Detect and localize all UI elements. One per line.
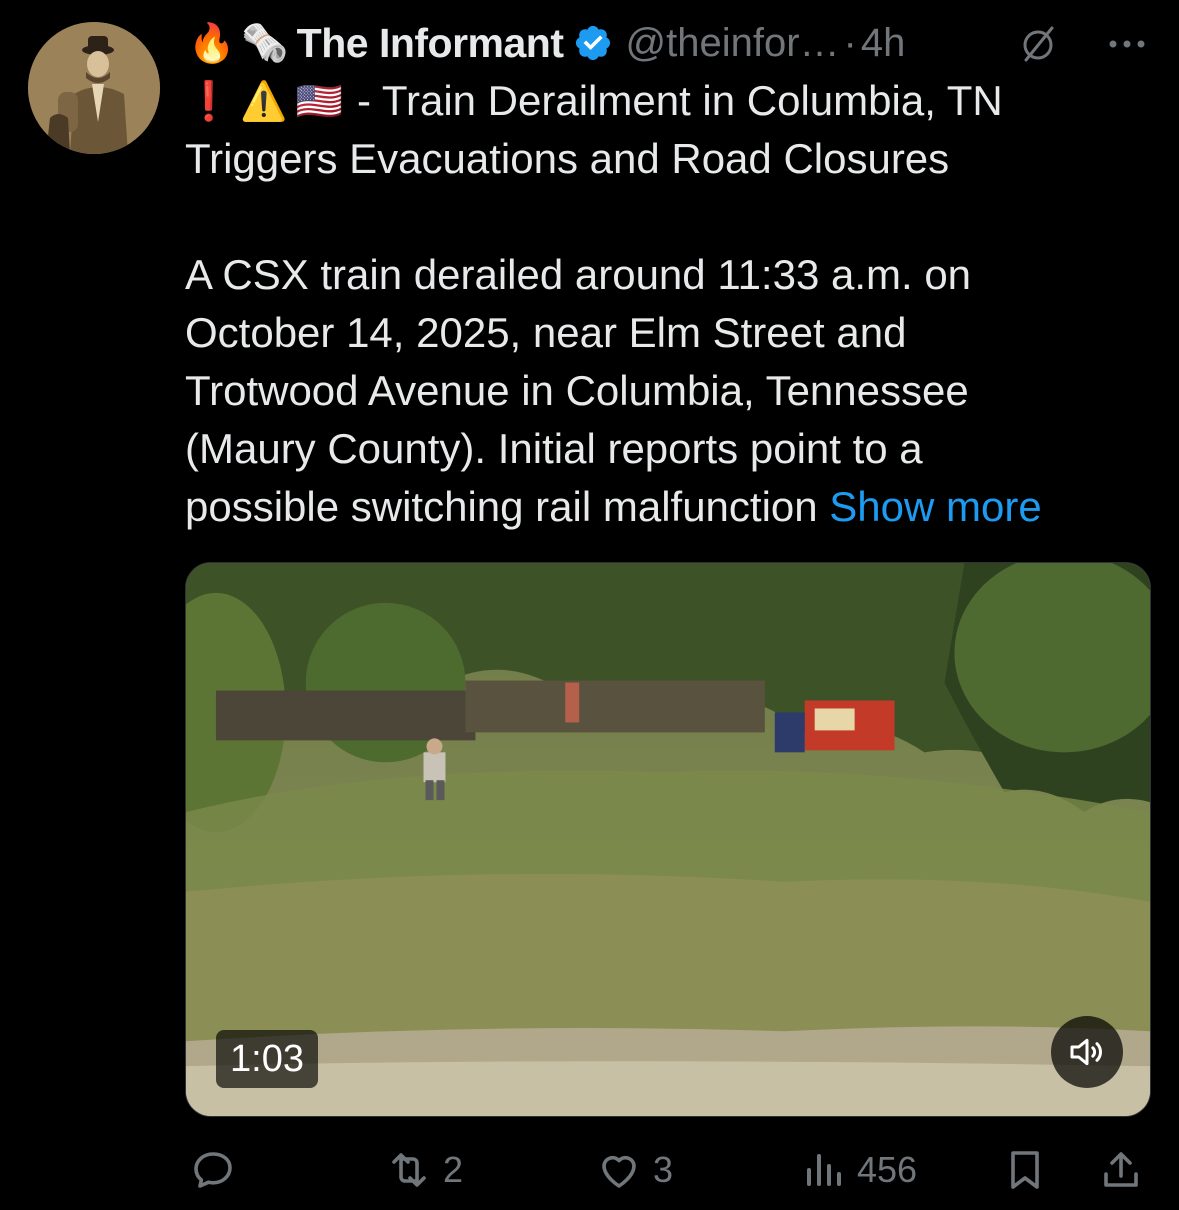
headline-line-1: ❗ ⚠️ 🇺🇸 - Train Derailment in Columbia, … (185, 72, 1145, 130)
author-handle[interactable]: @theinfor… (625, 21, 839, 66)
exclamation-emoji: ❗ (185, 79, 233, 123)
headline-text-1: - Train Derailment in Columbia, TN (356, 77, 1003, 124)
mute-button[interactable] (1051, 1016, 1123, 1088)
body-line-last: possible switching rail malfunction Show… (185, 478, 1145, 536)
views-button[interactable]: 456 (799, 1140, 917, 1200)
headline-line-2: Triggers Evacuations and Road Closures (185, 135, 950, 182)
repost-icon (392, 1153, 426, 1187)
repost-count: 2 (443, 1149, 464, 1190)
share-button[interactable] (1097, 1140, 1145, 1200)
avatar[interactable] (28, 22, 160, 154)
bookmark-icon (1011, 1151, 1039, 1189)
body-line: October 14, 2025, near Elm Street and (185, 309, 907, 356)
us-flag-emoji: 🇺🇸 (295, 79, 343, 123)
fire-emoji: 🔥 (188, 21, 236, 65)
volume-icon (1070, 1038, 1102, 1066)
show-more-link[interactable]: Show more (829, 483, 1041, 530)
warning-emoji: ⚠️ (240, 79, 288, 123)
separator-dot: · (843, 20, 857, 65)
bookmark-button[interactable] (1001, 1140, 1049, 1200)
verified-badge-icon[interactable] (573, 23, 613, 63)
tweet-header: 🔥 🗞️ The Informant @theinfor… · 4h (188, 14, 1158, 72)
reply-button[interactable] (189, 1140, 247, 1200)
repost-button[interactable]: 2 (385, 1140, 463, 1200)
like-count: 3 (653, 1149, 674, 1190)
like-button[interactable]: 3 (595, 1140, 673, 1200)
tweet: 🔥 🗞️ The Informant @theinfor… · 4h ❗ ⚠️ … (0, 0, 1179, 1210)
views-icon (807, 1154, 841, 1186)
video-player[interactable]: 1:03 (185, 562, 1151, 1117)
like-icon (602, 1155, 636, 1188)
views-count: 456 (857, 1149, 918, 1190)
more-icon[interactable] (1103, 22, 1151, 62)
body-line-text: possible switching rail malfunction (185, 483, 818, 530)
newspaper-emoji: 🗞️ (241, 21, 289, 65)
body-line: Trotwood Avenue in Columbia, Tennessee (185, 367, 969, 414)
action-bar: 2 3 456 (185, 1140, 1151, 1200)
tweet-text: ❗ ⚠️ 🇺🇸 - Train Derailment in Columbia, … (185, 72, 1145, 536)
grok-icon[interactable] (1018, 24, 1058, 64)
share-icon (1104, 1152, 1138, 1187)
reply-icon (194, 1152, 232, 1188)
timestamp[interactable]: 4h (861, 21, 906, 66)
body-line: (Maury County). Initial reports point to… (185, 425, 923, 472)
video-frame (186, 563, 1150, 1116)
body-line: A CSX train derailed around 11:33 a.m. o… (185, 251, 972, 298)
video-duration: 1:03 (216, 1030, 318, 1088)
author-name[interactable]: The Informant (297, 20, 564, 67)
